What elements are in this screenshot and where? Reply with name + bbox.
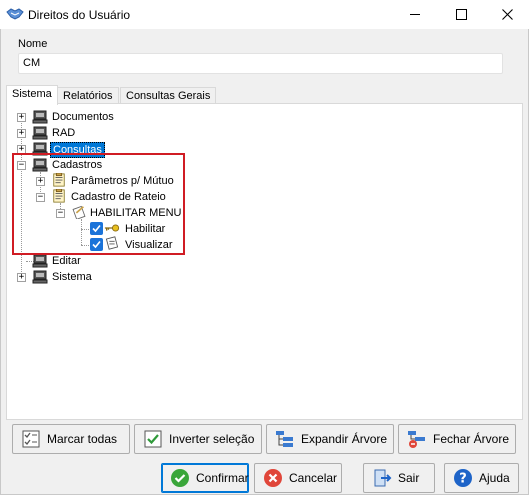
close-icon — [501, 9, 513, 20]
tab-consultas-gerais[interactable]: Consultas Gerais — [120, 87, 217, 104]
collapse-tree-icon — [408, 431, 425, 448]
cancel-label: Cancelar — [289, 471, 338, 485]
collapse-tree-button[interactable]: Fechar Árvore — [398, 424, 516, 454]
help-button[interactable]: ? Ajuda — [444, 463, 519, 493]
collapse-tree-label: Fechar Árvore — [433, 432, 510, 446]
exit-label: Sair — [398, 471, 420, 485]
handshake-icon — [6, 8, 24, 20]
expand-tree-button[interactable]: Expandir Árvore — [266, 424, 394, 454]
check-circle-icon — [171, 469, 189, 487]
expand-tree-icon — [276, 431, 293, 447]
tree-item-sistema[interactable]: Sistema — [50, 270, 94, 284]
confirm-label: Confirmar — [196, 471, 249, 485]
help-label: Ajuda — [479, 471, 510, 485]
tree-item-rad[interactable]: RAD — [50, 126, 77, 140]
window-title: Direitos do Usuário — [28, 8, 131, 22]
checklist-icon — [22, 430, 40, 448]
name-label: Nome — [18, 38, 48, 50]
help-icon: ? — [454, 469, 472, 487]
expand-toggle[interactable]: + — [17, 273, 26, 282]
invert-selection-label: Inverter seleção — [169, 432, 255, 446]
svg-text:?: ? — [459, 472, 467, 487]
mark-all-button[interactable]: Marcar todas — [12, 424, 130, 454]
minimize-button[interactable] — [392, 0, 438, 29]
computer-icon — [32, 254, 48, 268]
tab-relatorios[interactable]: Relatórios — [57, 87, 119, 104]
confirm-button[interactable]: Confirmar — [161, 463, 249, 493]
computer-icon — [32, 126, 48, 140]
highlight-annotation — [12, 153, 185, 255]
exit-button[interactable]: Sair — [363, 463, 435, 493]
title-bar: Direitos do Usuário — [0, 0, 529, 29]
check-icon — [144, 430, 162, 448]
close-button[interactable] — [484, 0, 529, 29]
computer-icon — [32, 110, 48, 124]
computer-icon — [32, 270, 48, 284]
name-input[interactable]: CM — [18, 53, 503, 74]
mark-all-label: Marcar todas — [47, 432, 118, 446]
cancel-circle-icon — [264, 469, 282, 487]
expand-toggle[interactable]: + — [17, 129, 26, 138]
cancel-button[interactable]: Cancelar — [254, 463, 342, 493]
tree-item-editar[interactable]: Editar — [50, 254, 83, 268]
tree-item-documentos[interactable]: Documentos — [50, 110, 116, 124]
expand-tree-label: Expandir Árvore — [301, 432, 388, 446]
expand-toggle[interactable]: + — [17, 113, 26, 122]
tab-sistema[interactable]: Sistema — [6, 85, 58, 105]
exit-door-icon — [374, 469, 392, 487]
invert-selection-button[interactable]: Inverter seleção — [134, 424, 262, 454]
maximize-button[interactable] — [438, 0, 484, 29]
